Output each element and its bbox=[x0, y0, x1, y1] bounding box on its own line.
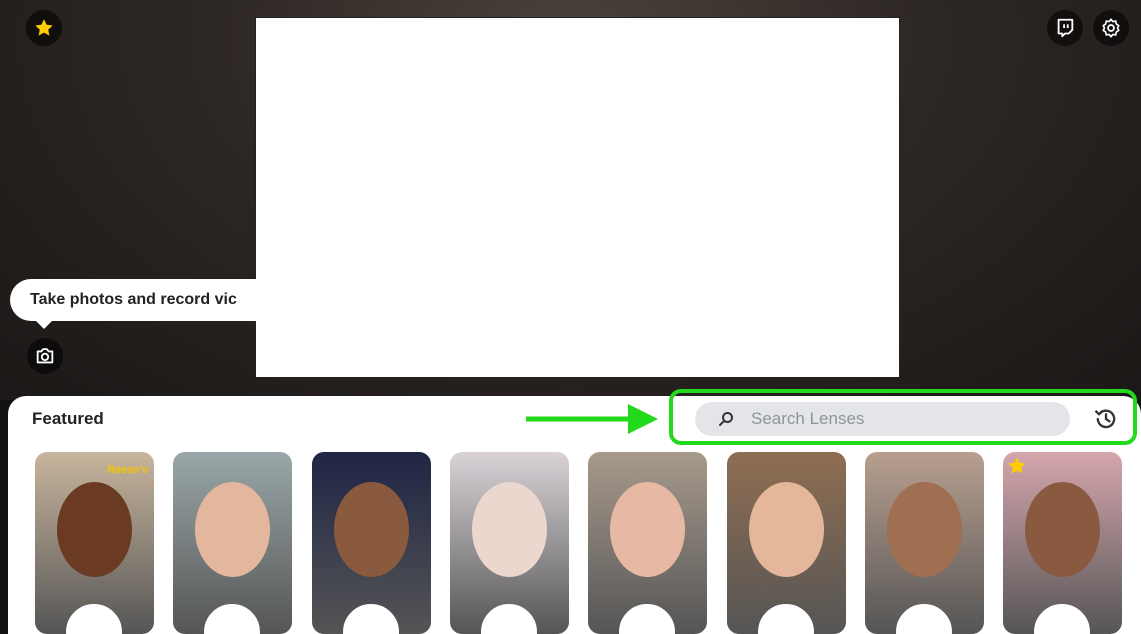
twitch-button[interactable] bbox=[1047, 10, 1083, 46]
lens-icon-thumb bbox=[1034, 604, 1091, 634]
lens-card[interactable] bbox=[1003, 452, 1123, 634]
lens-face-preview bbox=[610, 482, 686, 577]
history-icon bbox=[1094, 409, 1116, 429]
camera-icon bbox=[36, 348, 54, 364]
capture-tooltip: Take photos and record vic bbox=[10, 279, 310, 321]
lens-icon-thumb bbox=[66, 604, 122, 634]
lens-card[interactable] bbox=[588, 452, 708, 634]
capture-button[interactable] bbox=[27, 338, 63, 374]
favorites-button[interactable] bbox=[26, 10, 62, 46]
lens-icon-thumb bbox=[342, 604, 399, 634]
blank-overlay-panel bbox=[255, 17, 900, 378]
lens-icon-thumb bbox=[757, 604, 814, 634]
lens-face-preview bbox=[471, 482, 547, 577]
lens-face-preview bbox=[57, 482, 132, 577]
lens-card[interactable] bbox=[311, 452, 431, 634]
lens-icon-thumb bbox=[480, 604, 537, 634]
lens-icon-thumb bbox=[895, 604, 952, 634]
history-button[interactable] bbox=[1091, 404, 1121, 434]
tooltip-text: Take photos and record vic bbox=[30, 291, 237, 308]
lens-face-preview bbox=[748, 482, 824, 577]
lens-face-preview bbox=[1025, 482, 1101, 577]
lens-brand-label: Reese's bbox=[107, 464, 149, 476]
arrow-right-icon bbox=[526, 404, 658, 434]
gear-icon bbox=[1102, 18, 1120, 38]
section-title: Featured bbox=[32, 409, 104, 428]
lens-card[interactable]: Reese's bbox=[35, 452, 154, 634]
tooltip-tail bbox=[34, 319, 54, 329]
settings-button[interactable] bbox=[1093, 10, 1129, 46]
star-icon bbox=[35, 19, 53, 36]
lens-face-preview bbox=[195, 482, 271, 577]
search-input[interactable] bbox=[749, 408, 1033, 430]
favorite-star-icon bbox=[1008, 457, 1026, 474]
twitch-icon bbox=[1057, 18, 1074, 38]
search-bar[interactable] bbox=[695, 402, 1070, 436]
lens-card[interactable] bbox=[449, 452, 569, 634]
lens-face-preview bbox=[886, 482, 962, 577]
lens-card[interactable] bbox=[726, 452, 846, 634]
lens-card[interactable] bbox=[864, 452, 984, 634]
lens-icon-thumb bbox=[619, 604, 676, 634]
lens-card[interactable] bbox=[173, 452, 293, 634]
lens-icon-thumb bbox=[204, 604, 261, 634]
lens-face-preview bbox=[333, 482, 409, 577]
search-icon bbox=[719, 412, 733, 426]
